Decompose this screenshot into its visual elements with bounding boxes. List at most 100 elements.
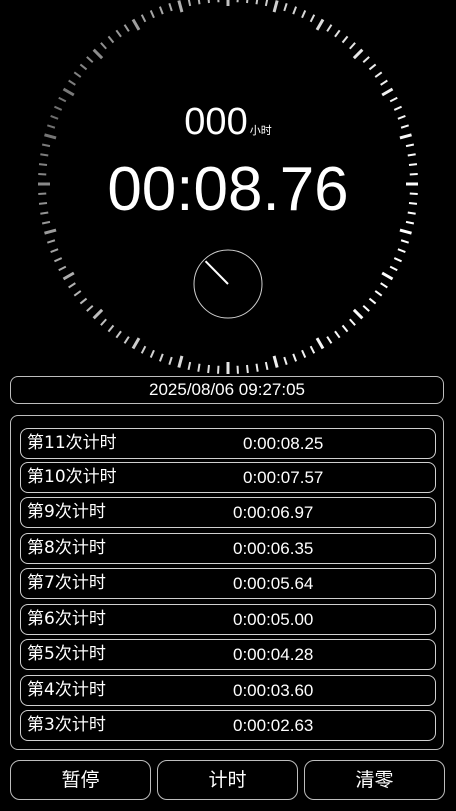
dial-tick: [197, 0, 201, 5]
dial-tick: [100, 42, 107, 50]
dial-tick: [334, 330, 341, 339]
dial-tick: [264, 0, 269, 7]
dial-tick: [374, 71, 383, 78]
dial-tick: [168, 2, 173, 12]
pause-button[interactable]: 暂停: [10, 760, 151, 800]
dial-tick: [374, 290, 383, 297]
dial-tick: [341, 35, 349, 44]
dial-tick: [301, 10, 307, 19]
lap-label: 第9次计时: [27, 502, 106, 522]
dial-tick: [54, 257, 63, 263]
dial-tick: [309, 14, 316, 23]
dial-tick: [73, 71, 82, 78]
lap-time: 0:00:02.63: [233, 716, 314, 735]
hours-unit: 小时: [249, 124, 272, 137]
dial-tick: [272, 355, 279, 368]
dial-tick: [283, 356, 288, 366]
dial-tick: [362, 56, 370, 63]
dial-tick: [389, 265, 398, 272]
dial-tick: [272, 0, 279, 13]
dial-tick: [381, 87, 394, 97]
dial-tick: [309, 345, 316, 354]
lap-button[interactable]: 计时: [157, 760, 298, 800]
dial-tick: [315, 18, 325, 31]
lap-time: 0:00:07.57: [243, 468, 324, 487]
dial-tick: [326, 24, 333, 32]
dial-tick: [207, 0, 210, 4]
lap-label: 第7次计时: [27, 573, 106, 593]
lap-row: 第5次计时 0:00:04.28: [20, 639, 436, 670]
dial-tick: [246, 0, 249, 4]
dial-tick: [187, 361, 192, 371]
dial-tick: [123, 24, 130, 32]
dial-tick: [255, 0, 259, 5]
dial-tick: [62, 271, 75, 281]
dial-tick: [177, 355, 184, 368]
lap-row: 第6次计时 0:00:05.00: [20, 604, 436, 635]
dial-tick: [349, 42, 356, 50]
lap-label: 第8次计时: [27, 538, 106, 558]
dial-tick: [352, 48, 364, 60]
dial-tick: [362, 305, 370, 312]
dial-tick: [100, 318, 107, 326]
dial-tick: [400, 239, 410, 244]
dial-tick: [368, 63, 377, 71]
dial-tick: [255, 363, 259, 372]
dial-tick: [341, 324, 349, 333]
lap-row: 第7次计时 0:00:05.64: [20, 568, 436, 599]
dial-tick: [131, 337, 141, 350]
dial-tick: [326, 336, 333, 344]
dial-tick: [92, 308, 104, 320]
dial-tick: [292, 6, 298, 15]
dial-tick: [149, 349, 155, 358]
hours-value: 000: [184, 101, 248, 143]
lap-time: 0:00:06.97: [233, 503, 314, 522]
lap-label: 第4次计时: [27, 680, 106, 700]
dial-tick: [68, 282, 76, 289]
dial-tick: [368, 297, 377, 305]
lap-time: 0:00:08.25: [243, 434, 324, 453]
dial-tick: [107, 35, 115, 44]
dial-tick: [73, 290, 82, 297]
dial-tick: [58, 265, 67, 272]
dial-tick: [187, 0, 192, 7]
dial-tick: [380, 79, 388, 86]
dial-tick: [197, 363, 201, 372]
dial-tick: [140, 14, 147, 23]
dial-tick: [381, 271, 394, 281]
dial-tick: [292, 353, 298, 362]
dial-tick: [115, 29, 122, 38]
sub-dial-hand: [204, 260, 229, 285]
elapsed-time: 00:08.76: [107, 155, 349, 224]
lap-label: 第11次计时: [27, 433, 117, 453]
reset-button[interactable]: 清零: [304, 760, 445, 800]
lap-row: 第11次计时 0:00:08.25: [20, 428, 436, 459]
dial-tick: [86, 56, 94, 63]
dial-tick: [68, 79, 76, 86]
dial-tick: [158, 6, 164, 15]
dial-tick: [177, 0, 184, 13]
dial-tick: [264, 361, 269, 371]
lap-list: 第11次计时 0:00:08.25 第10次计时 0:00:07.57 第9次计…: [10, 415, 444, 750]
dial-tick: [380, 282, 388, 289]
lap-label: 第5次计时: [27, 644, 106, 664]
current-datetime: 2025/08/06 09:27:05: [10, 376, 444, 404]
dial-tick: [149, 10, 155, 19]
dial-tick: [207, 364, 210, 374]
dial-tick: [301, 349, 307, 358]
dial-tick: [79, 297, 88, 305]
dial-tick: [131, 18, 141, 31]
lap-label: 第6次计时: [27, 609, 106, 629]
lap-row: 第8次计时 0:00:06.35: [20, 533, 436, 564]
lap-time: 0:00:04.28: [233, 645, 314, 664]
lap-row: 第3次计时 0:00:02.63: [20, 710, 436, 741]
dial-tick: [140, 345, 147, 354]
dial-tick: [352, 308, 364, 320]
dial-tick: [79, 63, 88, 71]
dial-tick: [397, 248, 406, 254]
lap-row: 第10次计时 0:00:07.57: [20, 462, 436, 493]
dial-tick: [115, 330, 122, 339]
lap-time: 0:00:05.64: [233, 574, 314, 593]
dial-tick: [92, 48, 104, 60]
dial-tick: [283, 2, 288, 12]
